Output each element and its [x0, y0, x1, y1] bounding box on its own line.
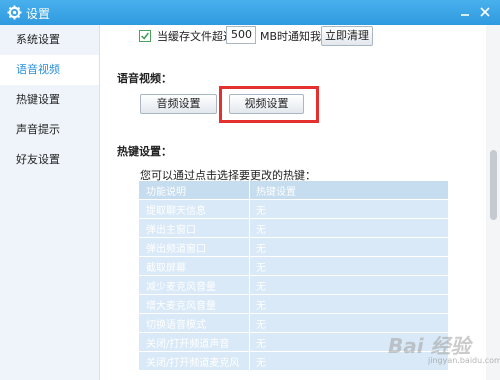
sidebar-item-system[interactable]: 系统设置 [0, 25, 99, 55]
hotkey-function: 增大麦克风音量 [146, 301, 216, 312]
minimize-icon[interactable] [456, 3, 474, 21]
hotkey-value: 无 [256, 282, 266, 293]
column-header-function: 功能说明 [146, 187, 186, 198]
hotkey-function: 关闭/打开频道麦克风 [146, 358, 240, 369]
hotkey-function: 弹出主窗口 [146, 225, 196, 236]
hotkey-value: 无 [256, 358, 266, 369]
scroll-thumb[interactable] [490, 150, 497, 220]
sidebar-item-hotkeys[interactable]: 热键设置 [0, 85, 99, 115]
hotkey-function: 关闭/打开频道声音 [146, 339, 230, 350]
column-header-hotkey: 热键设置 [256, 187, 296, 198]
close-icon[interactable] [476, 3, 494, 21]
table-row[interactable]: 截取屏幕 无 [139, 257, 448, 275]
gear-icon [7, 5, 22, 20]
hotkey-function: 弹出频道窗口 [146, 244, 206, 255]
table-header: 功能说明 热键设置 [139, 181, 448, 199]
vertical-scrollbar[interactable] [486, 25, 500, 380]
baidu-watermark: Bai 经验 [388, 334, 471, 358]
sidebar-item-label: 语音视频 [16, 63, 60, 76]
hotkeys-section-title: 热键设置： [117, 145, 172, 158]
highlight-box [219, 86, 319, 123]
hotkey-value: 无 [256, 244, 266, 255]
table-row[interactable]: 弹出频道窗口 无 [139, 238, 448, 256]
hotkey-function: 截取屏幕 [146, 263, 186, 274]
sidebar-item-sound-alerts[interactable]: 声音提示 [0, 115, 99, 145]
baidu-watermark-url: jingyan.baidu.com [428, 356, 500, 365]
clean-now-button[interactable]: 立即清理 [321, 26, 373, 46]
cache-size-input[interactable]: 500 [226, 26, 256, 44]
window-title: 设置 [26, 7, 51, 21]
sidebar-item-friends[interactable]: 好友设置 [0, 145, 99, 175]
table-row[interactable]: 增大麦克风音量 无 [139, 295, 448, 313]
hotkey-function: 切换语音模式 [146, 320, 206, 331]
audio-settings-button[interactable]: 音频设置 [140, 94, 217, 114]
sidebar-item-label: 热键设置 [16, 93, 60, 106]
hotkey-value: 无 [256, 225, 266, 236]
table-row[interactable]: 弹出主窗口 无 [139, 219, 448, 237]
cache-limit-checkbox[interactable] [139, 30, 151, 42]
hotkey-value: 无 [256, 339, 266, 350]
hotkey-value: 无 [256, 320, 266, 331]
hotkey-value: 无 [256, 263, 266, 274]
voice-video-section-title: 语音视频： [117, 72, 172, 85]
settings-sidebar: 系统设置 语音视频 热键设置 声音提示 好友设置 [0, 25, 100, 380]
sidebar-item-label: 声音提示 [16, 123, 60, 136]
title-bar: 设置 [0, 0, 500, 25]
cache-limit-suffix: MB时通知我 [260, 30, 322, 43]
sidebar-item-voice-video[interactable]: 语音视频 [0, 55, 99, 85]
hotkey-function: 减少麦克风音量 [146, 282, 216, 293]
table-row[interactable]: 减少麦克风音量 无 [139, 276, 448, 294]
hotkey-function: 提取聊天信息 [146, 206, 206, 217]
hotkey-value: 无 [256, 206, 266, 217]
settings-content: 当缓存文件超过 500 MB时通知我 立即清理 语音视频： 音频设置 视频设置 … [100, 25, 486, 380]
sidebar-item-label: 好友设置 [16, 153, 60, 166]
sidebar-item-label: 系统设置 [16, 33, 60, 46]
cache-limit-label: 当缓存文件超过 [157, 30, 234, 43]
hotkey-value: 无 [256, 301, 266, 312]
check-icon [141, 32, 149, 40]
table-row[interactable]: 提取聊天信息 无 [139, 200, 448, 218]
